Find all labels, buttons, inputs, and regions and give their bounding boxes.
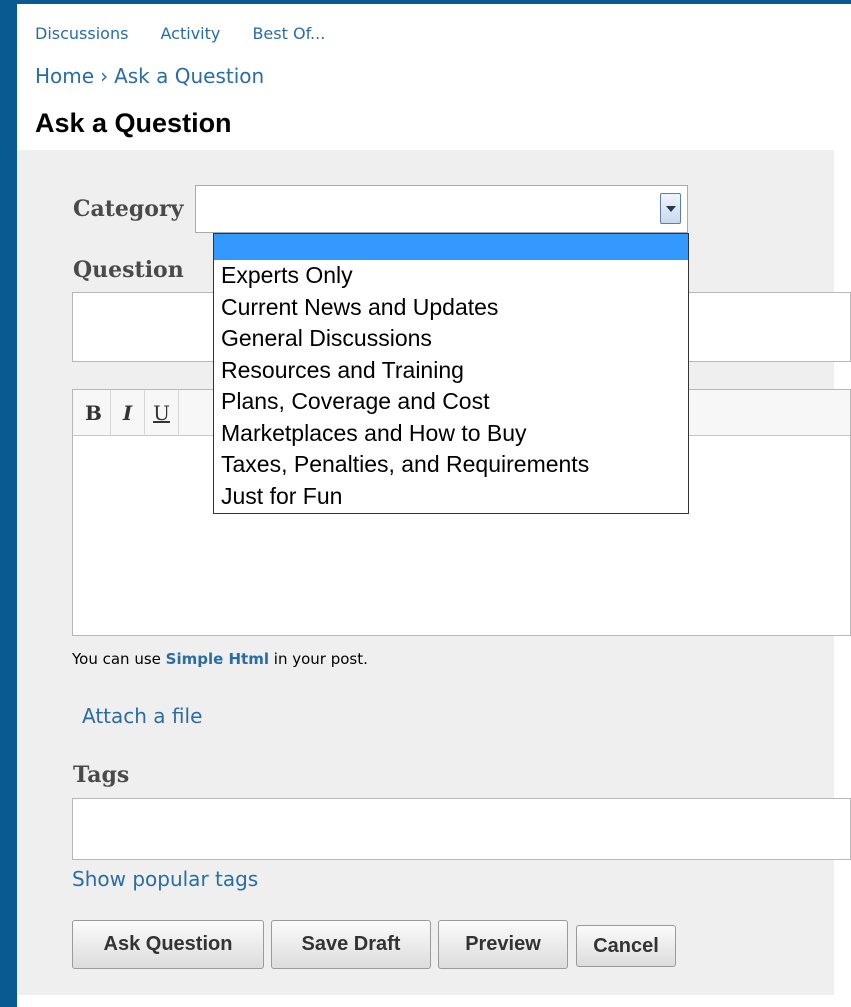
tags-input[interactable] (72, 798, 851, 860)
category-select[interactable] (195, 185, 688, 233)
italic-button[interactable]: I (111, 390, 145, 436)
hint-suffix: in your post. (269, 650, 368, 668)
dropdown-option[interactable]: Taxes, Penalties, and Requirements (214, 449, 688, 481)
hint-prefix: You can use (72, 650, 166, 668)
dropdown-option[interactable]: Just for Fun (214, 481, 688, 513)
nav-discussions[interactable]: Discussions (35, 24, 128, 43)
breadcrumb-current[interactable]: Ask a Question (114, 64, 264, 88)
category-label: Category (73, 196, 184, 222)
top-nav: Discussions Activity Best Of... (35, 24, 352, 43)
cancel-button[interactable]: Cancel (576, 925, 676, 967)
simple-html-link[interactable]: Simple Html (166, 650, 269, 668)
tags-label: Tags (73, 762, 130, 788)
chevron-down-icon[interactable] (660, 193, 681, 224)
save-draft-button[interactable]: Save Draft (271, 920, 431, 969)
dropdown-option[interactable]: Marketplaces and How to Buy (214, 418, 688, 450)
html-hint: You can use Simple Html in your post. (72, 650, 368, 668)
nav-activity[interactable]: Activity (161, 24, 221, 43)
nav-best-of[interactable]: Best Of... (252, 24, 325, 43)
question-label: Question (73, 257, 184, 283)
category-dropdown: Experts Only Current News and Updates Ge… (213, 233, 689, 514)
dropdown-option[interactable]: Current News and Updates (214, 292, 688, 324)
page-title: Ask a Question (35, 108, 232, 138)
breadcrumb: Home › Ask a Question (35, 64, 264, 88)
bold-button[interactable]: B (77, 390, 111, 436)
breadcrumb-home[interactable]: Home (35, 64, 94, 88)
dropdown-option[interactable]: Experts Only (214, 260, 688, 292)
breadcrumb-separator: › (100, 64, 109, 88)
ask-question-button[interactable]: Ask Question (72, 920, 264, 969)
attach-file-link[interactable]: Attach a file (82, 704, 202, 728)
underline-button[interactable]: U (145, 390, 179, 436)
show-popular-tags-link[interactable]: Show popular tags (72, 867, 258, 891)
dropdown-option[interactable]: Resources and Training (214, 355, 688, 387)
dropdown-option[interactable]: General Discussions (214, 323, 688, 355)
preview-button[interactable]: Preview (438, 920, 568, 969)
dropdown-option[interactable]: Plans, Coverage and Cost (214, 386, 688, 418)
dropdown-option-blank[interactable] (214, 234, 688, 260)
